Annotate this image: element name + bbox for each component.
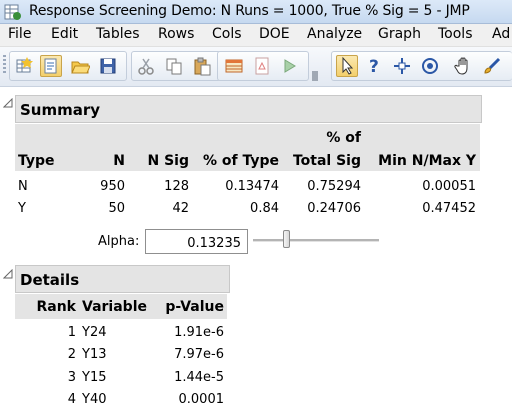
toolbar-report-group <box>217 51 309 81</box>
new-data-table-icon[interactable] <box>14 56 34 76</box>
summary-row-2-n-sig: 42 <box>172 201 189 216</box>
menu-edit[interactable]: Edit <box>51 26 78 42</box>
title-bar: Response Screening Demo: N Runs = 1000, … <box>0 0 512 24</box>
summary-row-1-pct-total: 0.75294 <box>307 179 361 194</box>
window-title: Response Screening Demo: N Runs = 1000, … <box>29 3 470 19</box>
details-row-1-variable: Y24 <box>82 325 107 340</box>
summary-row-1-pct-type: 0.13474 <box>225 179 279 194</box>
toolbar: ? <box>0 47 512 87</box>
col-n-sig: N Sig <box>147 153 190 169</box>
col-rank: Rank <box>36 299 76 315</box>
jmp-app-icon <box>4 4 21 20</box>
details-row-1-rank: 1 <box>67 325 76 340</box>
menu-rows[interactable]: Rows <box>158 26 194 42</box>
details-row-1-p-value: 1.91e-6 <box>174 325 224 340</box>
col-pct-total-line1: % of <box>326 130 361 146</box>
new-script-icon[interactable] <box>40 55 62 77</box>
col-pct-type: % of Type <box>202 153 279 169</box>
summary-row-2-n: 50 <box>108 201 125 216</box>
lasso-tool-icon[interactable] <box>420 56 440 76</box>
run-icon[interactable] <box>280 56 300 76</box>
copy-icon[interactable] <box>164 56 184 76</box>
col-type: Type <box>18 153 55 169</box>
toolbar-grip[interactable] <box>3 55 6 75</box>
alpha-slider-track[interactable] <box>253 239 379 242</box>
alpha-field[interactable] <box>145 229 248 254</box>
alpha-label: Alpha: <box>98 234 140 249</box>
menu-file[interactable]: File <box>8 26 31 42</box>
col-min-max: Min N/Max Y <box>378 153 476 169</box>
menu-graph[interactable]: Graph <box>378 26 421 42</box>
summary-row-2-type: Y <box>18 201 26 216</box>
details-row-4-variable: Y40 <box>82 392 107 407</box>
svg-text:?: ? <box>369 57 379 76</box>
summary-row-1-n-sig: 128 <box>164 179 189 194</box>
crosshair-tool-icon[interactable] <box>392 56 412 76</box>
details-header[interactable]: Details <box>15 265 230 293</box>
toolbar-tools-group: ? <box>331 51 512 81</box>
col-pct-total-line2: Total Sig <box>292 153 361 169</box>
summary-row-2-pct-total: 0.24706 <box>307 201 361 216</box>
menu-bar: File Edit Tables Rows Cols DOE Analyze G… <box>0 24 512 47</box>
toolbar-edit-group <box>131 51 221 81</box>
details-row-3-variable: Y15 <box>82 370 107 385</box>
col-n: N <box>113 153 125 169</box>
cut-icon[interactable] <box>136 56 156 76</box>
details-row-4-p-value: 0.0001 <box>178 392 225 407</box>
summary-row-1-min-max: 0.00051 <box>422 179 476 194</box>
report-icon[interactable] <box>252 56 272 76</box>
summary-row-2-pct-type: 0.84 <box>250 201 279 216</box>
details-table-header: Rank Variable p-Value <box>15 294 227 319</box>
menu-analyze[interactable]: Analyze <box>307 26 362 42</box>
menu-cols[interactable]: Cols <box>212 26 242 42</box>
summary-collapse-icon[interactable] <box>3 98 13 108</box>
col-variable: Variable <box>82 299 147 315</box>
alpha-slider-thumb[interactable] <box>283 230 290 248</box>
details-row-4-rank: 4 <box>67 392 76 407</box>
help-tool-icon[interactable]: ? <box>364 56 384 76</box>
details-row-2-rank: 2 <box>67 347 76 362</box>
summary-row-1-type: N <box>18 179 28 194</box>
menu-doe[interactable]: DOE <box>259 26 290 42</box>
toolbar-overflow[interactable] <box>312 71 318 81</box>
save-icon[interactable] <box>98 56 118 76</box>
brush-tool-icon[interactable] <box>482 56 502 76</box>
summary-row-1-n: 950 <box>100 179 125 194</box>
details-row-3-p-value: 1.44e-5 <box>174 370 224 385</box>
summary-title: Summary <box>20 101 101 119</box>
summary-row-2-min-max: 0.47452 <box>422 201 476 216</box>
summary-table-header: Type N N Sig % of Type % of Total Sig Mi… <box>15 124 480 171</box>
details-row-2-variable: Y13 <box>82 347 107 362</box>
summary-header[interactable]: Summary <box>15 95 482 123</box>
arrow-tool-icon[interactable] <box>336 55 358 77</box>
paste-icon[interactable] <box>192 56 212 76</box>
details-collapse-icon[interactable] <box>3 269 13 279</box>
details-row-3-rank: 3 <box>67 370 76 385</box>
details-title: Details <box>20 271 80 289</box>
open-icon[interactable] <box>70 56 90 76</box>
menu-tools[interactable]: Tools <box>438 26 473 42</box>
data-grid-icon[interactable] <box>224 56 244 76</box>
col-p-value: p-Value <box>165 299 224 315</box>
menu-tables[interactable]: Tables <box>96 26 140 42</box>
menu-add-ins[interactable]: Ad <box>492 26 510 42</box>
details-row-2-p-value: 7.97e-6 <box>174 347 224 362</box>
hand-tool-icon[interactable] <box>454 56 474 76</box>
toolbar-file-group <box>9 51 127 81</box>
